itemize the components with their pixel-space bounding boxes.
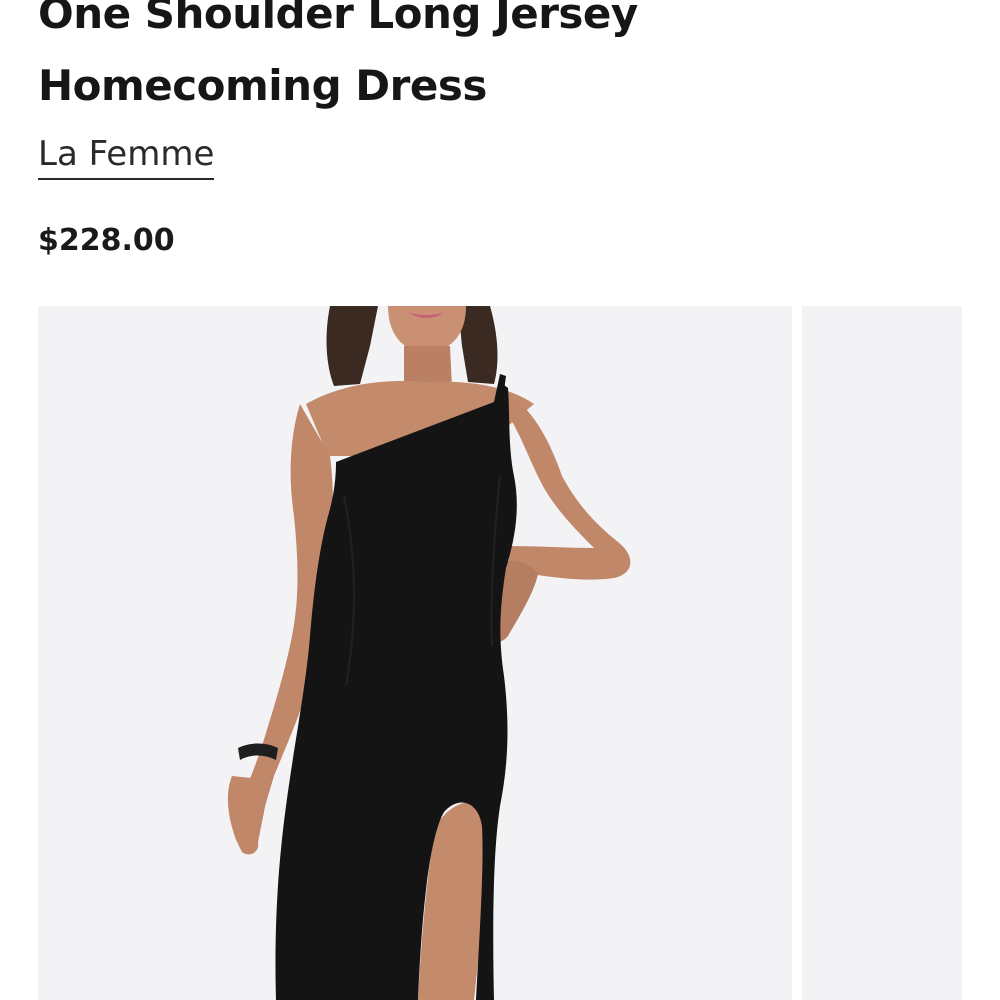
image-gallery[interactable]	[38, 306, 1000, 1000]
product-title-line-1: One Shoulder Long Jersey	[38, 0, 638, 38]
product-image-next[interactable]	[802, 306, 962, 1000]
product-page: One Shoulder Long Jersey Homecoming Dres…	[0, 0, 1000, 1000]
brand-link[interactable]: La Femme	[38, 132, 215, 180]
product-image-main[interactable]	[38, 306, 792, 1000]
model-wearing-dress-image	[227, 306, 631, 1000]
product-title: One Shoulder Long Jersey Homecoming Dres…	[38, 0, 638, 122]
product-title-line-2: Homecoming Dress	[38, 61, 487, 110]
product-price: $228.00	[38, 223, 175, 258]
